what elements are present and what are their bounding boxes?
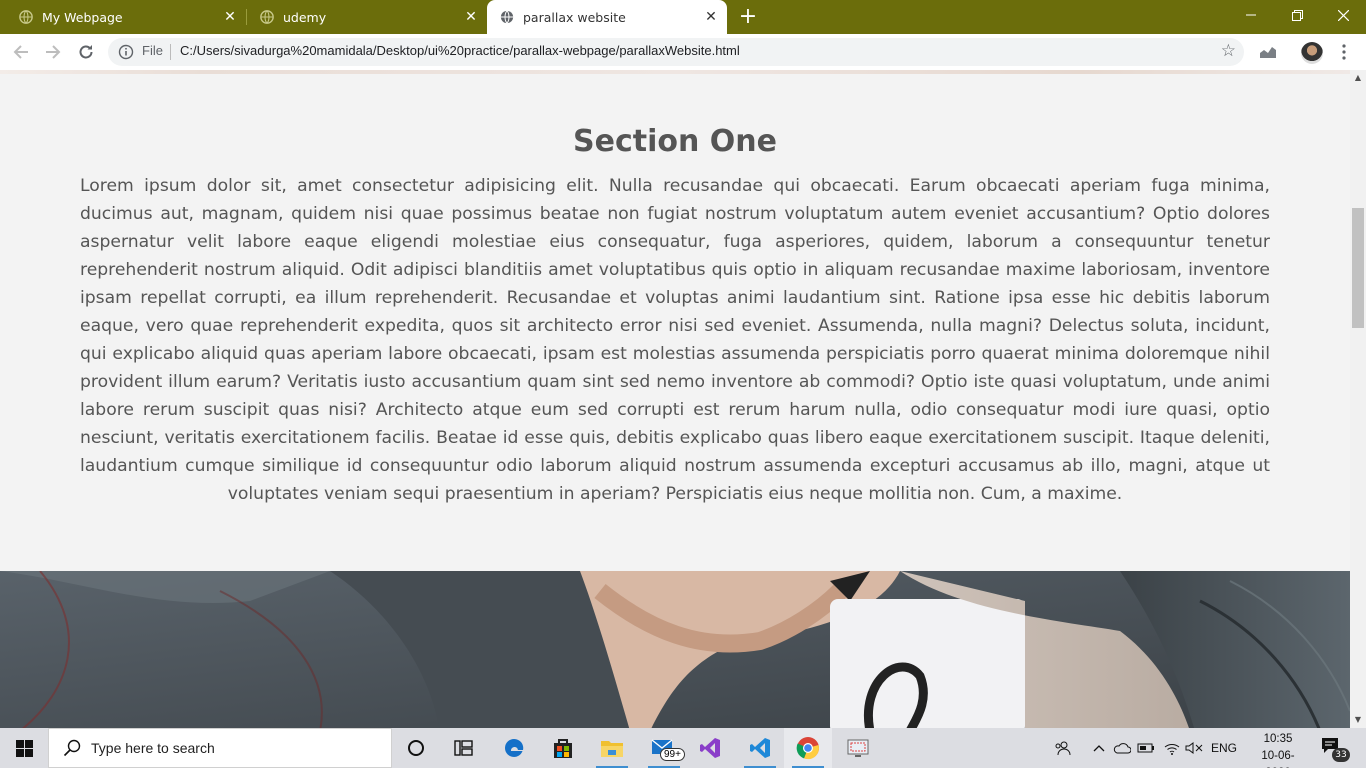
reload-icon [79, 45, 93, 59]
address-bar[interactable]: File C:/Users/sivadurga%20mamidala/Deskt… [108, 38, 1244, 66]
section-title: Section One [573, 124, 777, 159]
mail-unread-badge: 99+ [660, 748, 685, 761]
system-clock[interactable]: 10:35 10-06-2020 [1250, 731, 1306, 768]
wifi-icon[interactable] [1162, 728, 1182, 768]
forward-button[interactable] [41, 40, 65, 64]
people-icon[interactable] [1052, 728, 1074, 768]
globe-icon [18, 9, 34, 25]
task-view-button[interactable] [440, 728, 488, 768]
action-center-button[interactable]: 33 [1320, 736, 1350, 762]
battery-icon[interactable] [1136, 728, 1156, 768]
mail-app[interactable]: 99+ [640, 728, 688, 768]
tab-my-webpage[interactable]: My Webpage ✕ [0, 0, 246, 34]
scroll-up-arrow-icon[interactable]: ▲ [1352, 72, 1364, 84]
globe-icon [259, 9, 275, 25]
scroll-down-arrow-icon[interactable]: ▼ [1352, 714, 1364, 726]
clock-time: 10:35 [1263, 733, 1293, 745]
tab-close-icon[interactable]: ✕ [463, 9, 479, 25]
cortana-circle-icon [408, 740, 424, 756]
scrollbar-thumb[interactable] [1352, 208, 1364, 328]
chrome-app[interactable] [784, 728, 832, 768]
tab-title: parallax website [523, 9, 626, 25]
search-placeholder: Type here to search [91, 740, 215, 756]
start-button[interactable] [0, 728, 48, 768]
language-indicator[interactable]: ENG [1208, 728, 1240, 768]
windows-taskbar: Type here to search 99+ ENG 10:35 10-06-… [0, 728, 1366, 768]
clock-date: 10-06-2020 [1261, 750, 1295, 768]
info-icon[interactable] [118, 44, 134, 60]
tab-title: My Webpage [42, 9, 123, 25]
scheme-label: File [142, 43, 163, 58]
file-explorer-app[interactable] [588, 728, 636, 768]
bookmark-star-icon[interactable]: ☆ [1221, 41, 1236, 61]
chrome-icon [796, 737, 819, 760]
taskbar-search-box[interactable]: Type here to search [48, 728, 392, 768]
windows-logo-icon [15, 739, 33, 757]
tab-close-icon[interactable]: ✕ [222, 9, 238, 25]
screen-sketch-app[interactable] [834, 728, 882, 768]
browser-tab-strip: My Webpage ✕ udemy ✕ parallax website ✕ … [0, 0, 1366, 34]
volume-muted-icon[interactable] [1184, 728, 1204, 768]
visual-studio-app[interactable] [686, 728, 734, 768]
edge-icon [505, 738, 524, 757]
tab-title: udemy [283, 9, 327, 25]
notification-count-badge: 33 [1332, 748, 1350, 762]
hero-image-edge [0, 70, 1350, 74]
page-viewport: Section One Lorem ipsum dolor sit, amet … [0, 70, 1350, 728]
reload-button[interactable] [74, 40, 98, 64]
search-icon [63, 739, 81, 757]
globe-icon [499, 9, 515, 25]
tab-udemy[interactable]: udemy ✕ [247, 0, 487, 34]
onedrive-cloud-icon[interactable] [1112, 728, 1132, 768]
omnibox-divider [170, 44, 171, 60]
vscode-app[interactable] [736, 728, 784, 768]
store-bag-icon [554, 739, 572, 758]
menu-kebab-icon[interactable] [1333, 41, 1355, 63]
extension-icon[interactable] [1257, 41, 1279, 63]
store-app[interactable] [539, 728, 587, 768]
visual-studio-icon [700, 738, 720, 758]
screen-monitor-icon [847, 739, 869, 757]
profile-avatar[interactable] [1301, 42, 1323, 64]
close-window-button[interactable] [1320, 0, 1366, 30]
task-view-icon [454, 740, 473, 756]
new-tab-button[interactable]: + [737, 6, 759, 29]
url-text[interactable]: C:/Users/sivadurga%20mamidala/Desktop/ui… [180, 43, 740, 58]
edge-app[interactable] [490, 728, 538, 768]
arrow-right-icon [46, 45, 61, 59]
page-scrollbar[interactable] [1350, 70, 1366, 728]
vscode-icon [750, 738, 770, 758]
section-body-text: Lorem ipsum dolor sit, amet consectetur … [80, 176, 1270, 504]
parallax-background-image [0, 571, 1350, 728]
arrow-left-icon [13, 45, 28, 59]
back-button[interactable] [9, 40, 33, 64]
chevron-up-icon[interactable] [1090, 728, 1108, 768]
folder-icon [601, 741, 623, 757]
minimize-button[interactable] [1228, 0, 1274, 30]
tab-close-icon[interactable]: ✕ [703, 9, 719, 25]
tab-parallax-website[interactable]: parallax website ✕ [487, 0, 727, 34]
restore-button[interactable] [1274, 0, 1320, 30]
cortana-button[interactable] [392, 728, 440, 768]
